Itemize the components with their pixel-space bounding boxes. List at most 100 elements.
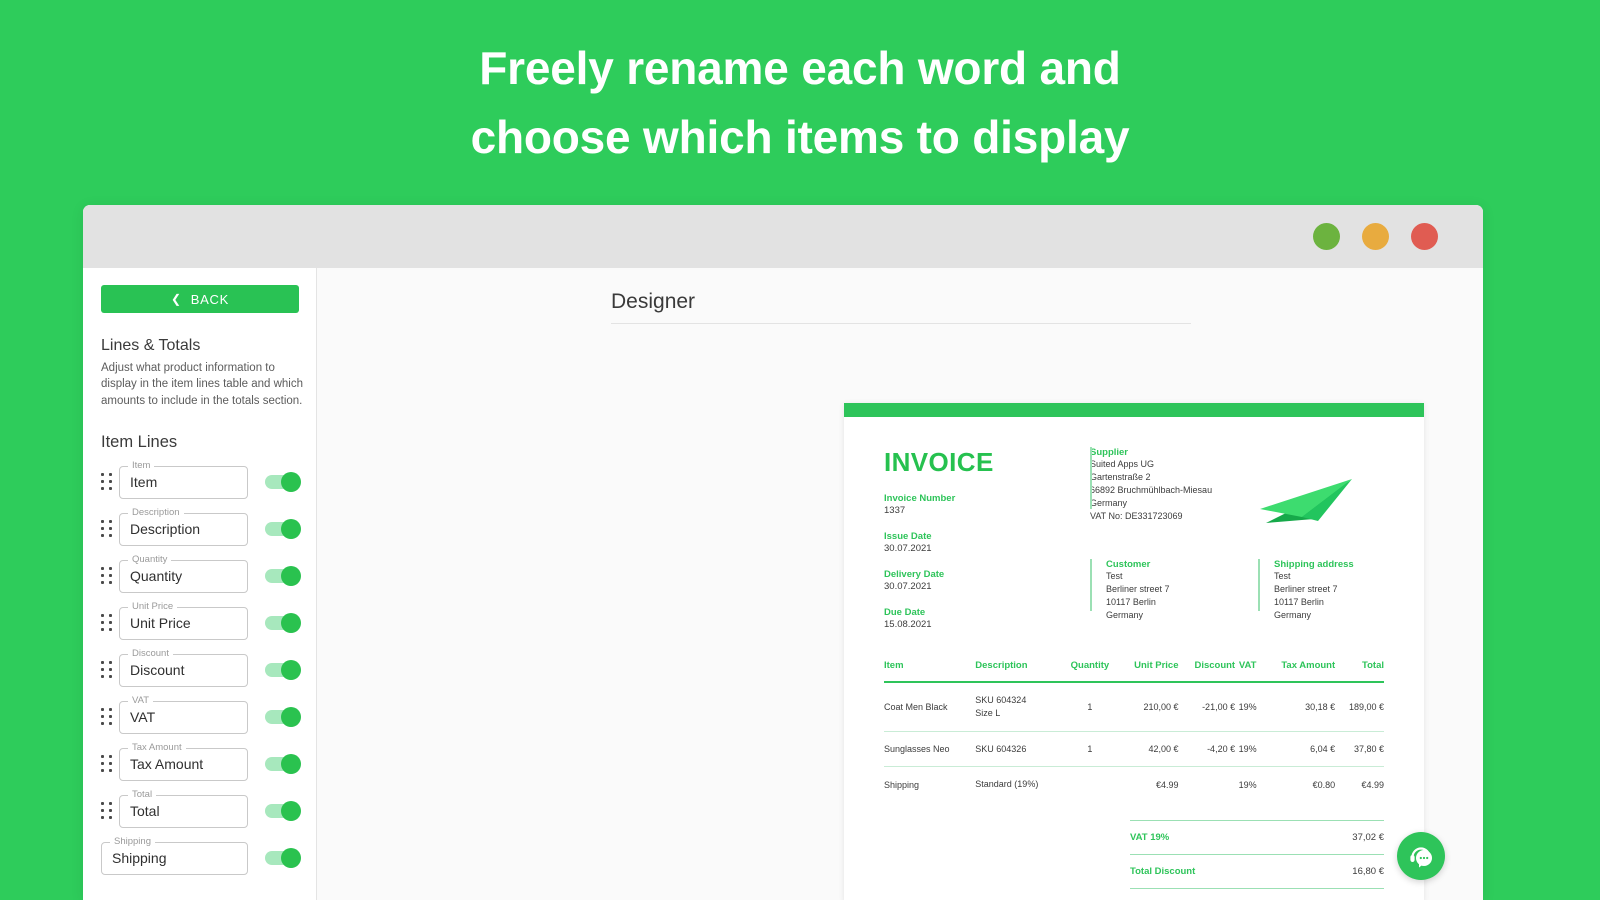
invoice-preview[interactable]: INVOICE Invoice Number1337 Issue Date30.0… (844, 403, 1424, 900)
customer-line: Berliner street 7 (1106, 583, 1258, 596)
cell-tax-amount: 30,18 € (1260, 682, 1335, 731)
invoice-meta-item: Issue Date30.07.2021 (884, 531, 1074, 554)
totals-label: VAT 19% (1130, 821, 1293, 855)
cell-item: Sunglasses Neo (884, 731, 975, 767)
cell-discount: -4,20 € (1179, 731, 1236, 767)
panel-title: Lines & Totals (101, 337, 299, 355)
drag-handle-icon[interactable] (101, 755, 114, 773)
text-field-input[interactable] (130, 756, 250, 772)
field-row-quantity: Quantity (101, 560, 299, 593)
panel-description: Adjust what product information to displ… (101, 360, 303, 409)
shipping-address-line: Berliner street 7 (1274, 583, 1354, 596)
visibility-toggle[interactable] (265, 757, 299, 771)
chat-support-button[interactable] (1397, 832, 1445, 880)
text-field-label: VAT (128, 695, 153, 706)
invoice-meta-label: Invoice Number (884, 493, 1074, 504)
text-field-input[interactable] (112, 850, 252, 866)
visibility-toggle[interactable] (265, 710, 299, 724)
back-button[interactable]: ❮ BACK (101, 285, 299, 313)
drag-handle-icon[interactable] (101, 473, 114, 491)
text-field-label: Item (128, 460, 154, 471)
app-window: ❮ BACK Lines & Totals Adjust what produc… (83, 205, 1483, 900)
invoice-heading: INVOICE (884, 447, 1074, 478)
text-field-label: Total (128, 789, 156, 800)
text-field: Tax Amount (119, 748, 248, 781)
cell-description: SKU 604324Size L (975, 682, 1063, 731)
text-field: VAT (119, 701, 248, 734)
window-minimize-dot[interactable] (1313, 223, 1340, 250)
text-field: Description (119, 513, 248, 546)
text-field-input[interactable] (130, 803, 250, 819)
cell-quantity (1063, 767, 1117, 802)
shipping-address-line: Germany (1274, 609, 1354, 622)
cell-description: Standard (19%) (975, 767, 1063, 802)
drag-handle-icon[interactable] (101, 520, 114, 538)
field-row-shipping: Shipping (101, 842, 299, 875)
text-field: Discount (119, 654, 248, 687)
address-columns: Customer TestBerliner street 710117 Berl… (1090, 559, 1384, 622)
chevron-left-icon: ❮ (171, 293, 182, 305)
text-field: Quantity (119, 560, 248, 593)
customer-line: Test (1106, 570, 1258, 583)
window-close-dot[interactable] (1411, 223, 1438, 250)
table-body: Coat Men BlackSKU 604324Size L1210,00 €-… (884, 682, 1384, 802)
visibility-toggle[interactable] (265, 616, 299, 630)
visibility-toggle[interactable] (265, 569, 299, 583)
text-field-input[interactable] (130, 474, 250, 490)
promo-banner: Freely rename each word and choose which… (0, 0, 1600, 205)
supplier-label: Supplier (1090, 447, 1384, 458)
cell-item: Coat Men Black (884, 682, 975, 731)
visibility-toggle[interactable] (265, 804, 299, 818)
designer-header: Designer (611, 290, 1191, 324)
visibility-toggle[interactable] (265, 475, 299, 489)
drag-handle-icon[interactable] (101, 567, 114, 585)
totals-row: Total excl. VAT194,77 € (1130, 889, 1384, 900)
designer-main: Designer INVOICE Invoice Number1337 Issue… (317, 268, 1483, 900)
customer-lines: TestBerliner street 710117 BerlinGermany (1106, 570, 1258, 622)
invoice-meta-item: Invoice Number1337 (884, 493, 1074, 516)
cell-total: 37,80 € (1335, 731, 1384, 767)
cell-total: 189,00 € (1335, 682, 1384, 731)
shipping-address-rule (1258, 559, 1260, 611)
field-row-discount: Discount (101, 654, 299, 687)
drag-handle-icon[interactable] (101, 614, 114, 632)
text-field-input[interactable] (130, 568, 250, 584)
shipping-address-line: 10117 Berlin (1274, 596, 1354, 609)
text-field-input[interactable] (130, 521, 250, 537)
text-field-label: Tax Amount (128, 742, 186, 753)
cell-unit-price: 210,00 € (1117, 682, 1179, 731)
supplier-rule (1090, 447, 1092, 509)
text-field-label: Shipping (110, 836, 155, 847)
text-field: Total (119, 795, 248, 828)
shipping-address-block: Shipping address TestBerliner street 710… (1258, 559, 1354, 622)
drag-handle-icon[interactable] (101, 708, 114, 726)
window-body: ❮ BACK Lines & Totals Adjust what produc… (83, 268, 1483, 900)
totals-label: Total excl. VAT (1130, 889, 1293, 900)
back-button-label: BACK (191, 292, 229, 307)
text-field-label: Unit Price (128, 601, 177, 612)
drag-handle-icon[interactable] (101, 802, 114, 820)
drag-handle-icon[interactable] (101, 661, 114, 679)
visibility-toggle[interactable] (265, 851, 299, 865)
item-lines-field-list: Item Description Quantity Unit Price Discoun… (101, 466, 299, 875)
visibility-toggle[interactable] (265, 663, 299, 677)
text-field-input[interactable] (130, 615, 250, 631)
window-titlebar (83, 205, 1483, 268)
text-field-input[interactable] (130, 709, 250, 725)
field-row-unit-price: Unit Price (101, 607, 299, 640)
table-header-cell: Total (1335, 660, 1384, 682)
totals-row: Total Discount16,80 € (1130, 855, 1384, 889)
customer-rule (1090, 559, 1092, 611)
visibility-toggle[interactable] (265, 522, 299, 536)
shipping-address-line: Test (1274, 570, 1354, 583)
totals-label: Total Discount (1130, 855, 1293, 889)
table-row: Coat Men BlackSKU 604324Size L1210,00 €-… (884, 682, 1384, 731)
invoice-meta-item: Delivery Date30.07.2021 (884, 569, 1074, 592)
customer-line: 10117 Berlin (1106, 596, 1258, 609)
text-field-input[interactable] (130, 662, 250, 678)
text-field: Item (119, 466, 248, 499)
invoice-header-row: INVOICE Invoice Number1337 Issue Date30.0… (884, 447, 1384, 630)
invoice-meta-label: Issue Date (884, 531, 1074, 542)
window-maximize-dot[interactable] (1362, 223, 1389, 250)
invoice-meta-value: 1337 (884, 505, 1074, 516)
